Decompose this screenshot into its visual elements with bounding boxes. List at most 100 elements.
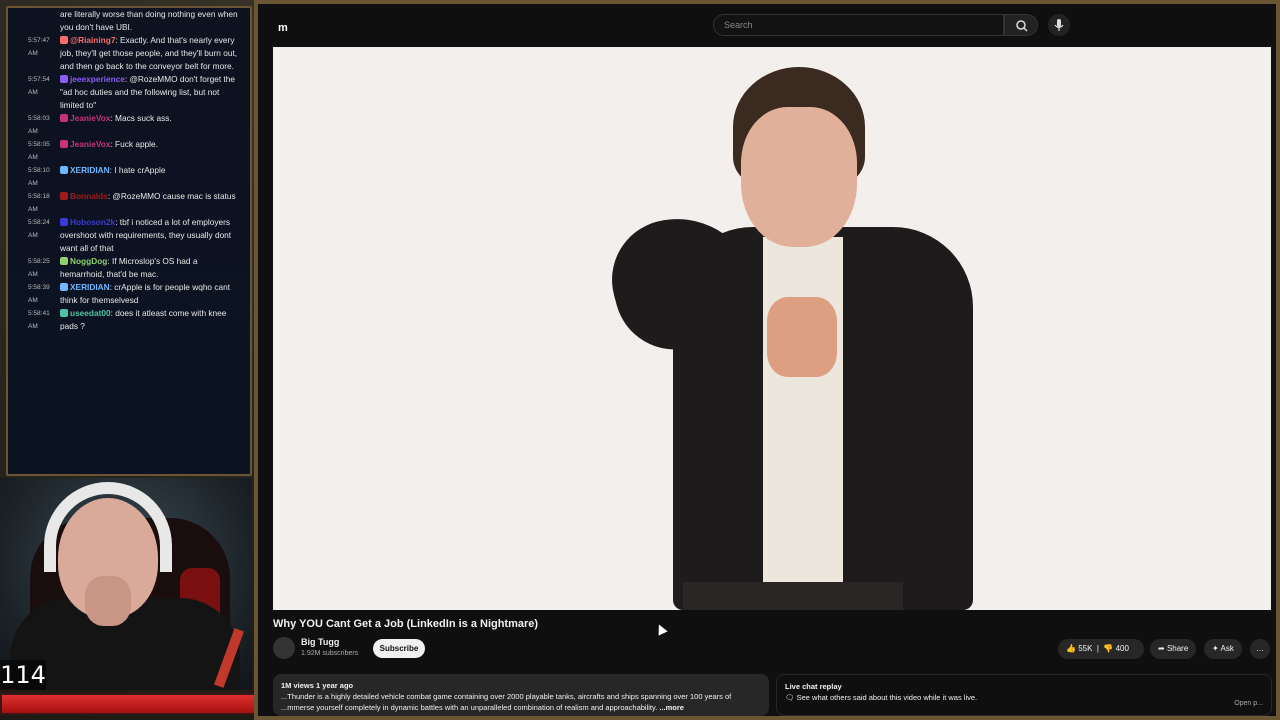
thumbs-down-icon: 👎 — [1103, 644, 1114, 653]
level-counter: 114 — [0, 660, 46, 690]
share-button[interactable]: ➦ Share — [1150, 639, 1197, 659]
video-person — [598, 67, 973, 610]
channel-subscribers: 1.92M subscribers — [301, 650, 359, 657]
chat-username[interactable]: NoggDog — [70, 256, 107, 266]
chat-timestamp — [28, 8, 60, 34]
dislike-count: 400 — [1115, 644, 1129, 653]
chat-badge-icon — [60, 283, 68, 291]
chat-timestamp: 5:58:24 AM — [28, 219, 50, 239]
chat-text: : @RozeMMO cause mac is status — [107, 191, 236, 201]
video-player[interactable] — [273, 47, 1271, 610]
chat-body: JeanieVox: Fuck apple. — [60, 138, 242, 164]
live-chat-title: Live chat replay — [785, 682, 842, 691]
chat-badge-icon — [60, 218, 68, 226]
chat-timestamp: 5:57:47 AM — [28, 37, 50, 57]
ask-button[interactable]: ✦ Ask — [1204, 639, 1242, 659]
chat-badge-icon — [60, 114, 68, 122]
chat-body: @Riaining7: Exactly. And that's nearly e… — [60, 34, 242, 73]
chat-body: jeeexperience: @RozeMMO don't forget the… — [60, 73, 242, 112]
chat-body: Bonnalds: @RozeMMO cause mac is status — [60, 190, 242, 216]
chat-username[interactable]: Bonnalds — [70, 191, 108, 201]
live-chat-replay-box[interactable]: Live chat replay 🗨 See what others said … — [776, 674, 1272, 716]
chat-text: : I hate crApple — [109, 165, 166, 175]
chat-text: : Fuck apple. — [110, 139, 158, 149]
chat-body: XERIDIAN: I hate crApple — [60, 164, 242, 190]
search-input[interactable]: Search — [713, 14, 1004, 36]
mic-icon — [1054, 19, 1064, 31]
more-actions-button[interactable]: … — [1250, 639, 1270, 659]
chat-badge-icon — [60, 309, 68, 317]
chat-body: Hoboson2k: tbf i noticed a lot of employ… — [60, 216, 242, 255]
chat-timestamp: 5:58:39 AM — [28, 284, 50, 304]
search-icon — [1016, 20, 1028, 32]
browser-frame: m Search Why YOU Cant Get a Job (LinkedI… — [254, 0, 1280, 720]
chat-timestamp: 5:58:18 AM — [28, 193, 50, 213]
chat-username[interactable]: JeanieVox — [70, 113, 110, 123]
search-button[interactable] — [1004, 14, 1038, 36]
sparkle-icon: ✦ — [1212, 644, 1219, 653]
youtube-topbar: m Search — [258, 4, 1276, 48]
chat-username[interactable]: @Riaining7 — [70, 35, 115, 45]
subscribe-button[interactable]: Subscribe — [373, 639, 425, 658]
chat-badge-icon — [60, 192, 68, 200]
chat-badge-icon — [60, 75, 68, 83]
chat-username[interactable]: jeeexperience — [70, 74, 125, 84]
chat-body: useedat00: does it atleast come with kne… — [60, 307, 242, 333]
thumbs-up-icon: 👍 — [1066, 644, 1076, 653]
share-icon: ➦ — [1158, 644, 1165, 653]
webcam-feed — [0, 478, 252, 690]
description-box[interactable]: 1M views 1 year ago ...Thunder is a high… — [273, 674, 769, 716]
open-panel-button[interactable]: Open p... — [1234, 698, 1263, 709]
chat-username[interactable]: XERIDIAN — [70, 282, 110, 292]
chat-timestamp: 5:58:25 AM — [28, 258, 50, 278]
video-title: Why YOU Cant Get a Job (LinkedIn is a Ni… — [273, 618, 539, 630]
chat-username[interactable]: useedat00 — [70, 308, 111, 318]
chat-badge-icon — [60, 36, 68, 44]
chat-bubble-icon: 🗨 — [785, 693, 795, 702]
like-dislike-button[interactable]: 👍 55K | 👎 400 — [1058, 639, 1144, 659]
chat-message: 5:58:05 AM JeanieVox: Fuck apple. — [8, 138, 250, 164]
chat-timestamp: 5:58:41 AM — [28, 310, 50, 330]
chat-timestamp: 5:58:03 AM — [28, 115, 50, 135]
chat-message: 5:58:24 AM Hoboson2k: tbf i noticed a lot… — [8, 216, 250, 255]
description-more-link[interactable]: ...more — [659, 703, 684, 712]
person-shirt — [763, 237, 843, 582]
chat-body: are literally worse than doing nothing e… — [60, 8, 242, 34]
chat-body: XERIDIAN: crApple is for people wqho can… — [60, 281, 242, 307]
chat-message: 5:58:10 AM XERIDIAN: I hate crApple — [8, 164, 250, 190]
channel-name[interactable]: Big Tugg — [301, 637, 339, 647]
chat-text: : Macs suck ass. — [110, 113, 172, 123]
chat-timestamp: 5:58:05 AM — [28, 141, 50, 161]
youtube-logo[interactable]: m — [278, 22, 288, 34]
chat-username[interactable]: XERIDIAN — [70, 165, 110, 175]
chat-panel: are literally worse than doing nothing e… — [6, 6, 252, 476]
chat-message: 5:58:25 AM NoggDog: If Microslop's OS had… — [8, 255, 250, 281]
person-pants — [683, 582, 903, 610]
chat-timestamp: 5:57:54 AM — [28, 76, 50, 96]
voice-search-button[interactable] — [1048, 14, 1070, 36]
chat-message: 5:58:18 AM Bonnalds: @RozeMMO cause mac i… — [8, 190, 250, 216]
chat-username[interactable]: Hoboson2k — [70, 217, 115, 227]
chat-badge-icon — [60, 166, 68, 174]
chat-message: 5:57:54 AM jeeexperience: @RozeMMO don't … — [8, 73, 250, 112]
chat-message: 5:58:41 AM useedat00: does it atleast com… — [8, 307, 250, 333]
person-face — [741, 107, 857, 247]
live-chat-text: See what others said about this video wh… — [796, 693, 978, 702]
streamer-hand — [85, 576, 131, 626]
chat-username[interactable]: JeanieVox — [70, 139, 110, 149]
chat-message: are literally worse than doing nothing e… — [8, 8, 250, 34]
channel-avatar[interactable] — [273, 637, 295, 659]
chat-message: 5:58:03 AM JeanieVox: Macs suck ass. — [8, 112, 250, 138]
chat-badge-icon — [60, 257, 68, 265]
shirt-print — [767, 297, 837, 377]
chat-message: 5:57:47 AM @Riaining7: Exactly. And that'… — [8, 34, 250, 73]
chat-text: are literally worse than doing nothing e… — [60, 9, 238, 32]
chat-timestamp: 5:58:10 AM — [28, 167, 50, 187]
chat-body: NoggDog: If Microslop's OS had a hemarrh… — [60, 255, 242, 281]
stream-layout: are literally worse than doing nothing e… — [0, 0, 1280, 720]
view-count-date: 1M views 1 year ago — [281, 681, 354, 690]
chat-body: JeanieVox: Macs suck ass. — [60, 112, 242, 138]
like-count: 55K — [1078, 644, 1093, 653]
chat-badge-icon — [60, 140, 68, 148]
share-label: Share — [1166, 644, 1189, 653]
